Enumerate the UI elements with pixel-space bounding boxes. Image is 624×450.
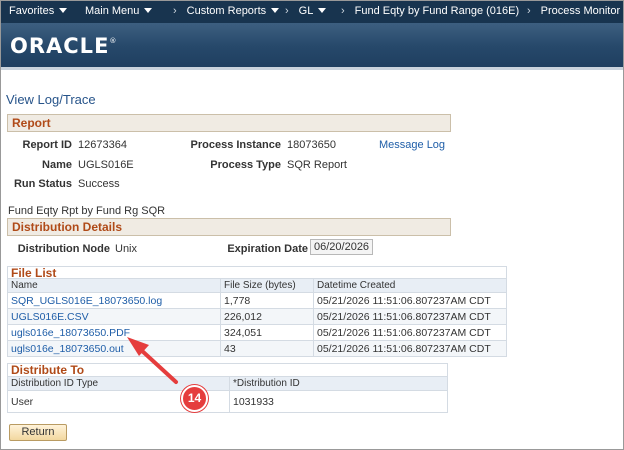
file-datetime: 05/21/2026 11:51:06.807237AM CDT — [313, 308, 507, 325]
distribution-details-header: Distribution Details — [7, 218, 451, 236]
breadcrumb-separator-icon: › — [341, 5, 345, 17]
report-section-header: Report — [7, 114, 451, 132]
file-size: 1,778 — [220, 292, 314, 309]
file-list-grid: Name File Size (bytes) Datetime Created … — [7, 278, 507, 357]
banner-divider — [1, 67, 623, 70]
run-status-label: Run Status — [13, 178, 72, 190]
oracle-logo: ORACLE® — [10, 34, 117, 58]
process-instance-label: Process Instance — [190, 139, 282, 151]
report-id-label: Report ID — [22, 139, 73, 151]
column-header-name: Name — [7, 278, 221, 293]
breadcrumb-separator-icon: › — [527, 5, 531, 17]
process-instance-value: 18073650 — [287, 139, 336, 151]
table-row: User 1031933 — [7, 390, 448, 413]
table-row: ugls016e_18073650.out 43 05/21/2026 11:5… — [7, 340, 507, 357]
table-row: SQR_UGLS016E_18073650.log 1,778 05/21/20… — [7, 292, 507, 309]
breadcrumb-label: Process Monitor — [540, 5, 621, 17]
breadcrumb-fund-eqty[interactable]: › Fund Eqty by Fund Range (016E) — [341, 5, 519, 17]
distribution-node-label: Distribution Node — [17, 243, 110, 255]
report-id-value: 12673364 — [78, 139, 127, 151]
column-header-distribution-id: *Distribution ID — [229, 376, 448, 391]
top-nav-bar: Favorites Main Menu › Custom Reports › GL … — [1, 1, 623, 23]
file-link[interactable]: SQR_UGLS016E_18073650.log — [7, 292, 221, 309]
chevron-down-icon — [144, 7, 153, 13]
name-label: Name — [42, 159, 72, 171]
breadcrumb-label: GL — [298, 5, 314, 17]
step-callout-badge: 14 — [181, 385, 208, 412]
logo-registered-mark: ® — [109, 37, 118, 45]
file-link[interactable]: UGLS016E.CSV — [7, 308, 221, 325]
file-size: 43 — [220, 340, 314, 357]
process-type-label: Process Type — [210, 159, 281, 171]
favorites-menu[interactable]: Favorites — [9, 5, 68, 17]
distribution-id: 1031933 — [229, 390, 448, 413]
logo-text: ORACLE — [10, 34, 110, 58]
column-header-file-size: File Size (bytes) — [220, 278, 314, 293]
main-menu[interactable]: Main Menu — [85, 5, 153, 17]
breadcrumb-label: Fund Eqty by Fund Range (016E) — [354, 5, 520, 17]
distribution-node-value: Unix — [115, 243, 138, 255]
distribute-to-grid: Distribution ID Type *Distribution ID Us… — [7, 376, 448, 413]
message-log-link[interactable]: Message Log — [379, 139, 445, 151]
header-banner: ORACLE® — [1, 23, 623, 67]
expiration-date-field: 06/20/2026 — [310, 239, 373, 255]
breadcrumb-custom-reports[interactable]: › Custom Reports — [173, 5, 280, 17]
favorites-label: Favorites — [9, 5, 55, 17]
name-value: UGLS016E — [78, 159, 134, 171]
main-menu-label: Main Menu — [85, 5, 140, 17]
chevron-down-icon — [318, 7, 327, 13]
chevron-down-icon — [59, 7, 68, 13]
table-row: ugls016e_18073650.PDF 324,051 05/21/2026… — [7, 324, 507, 341]
run-status-value: Success — [78, 178, 120, 190]
file-link[interactable]: ugls016e_18073650.out — [7, 340, 221, 357]
table-row: UGLS016E.CSV 226,012 05/21/2026 11:51:06… — [7, 308, 507, 325]
breadcrumb-separator-icon: › — [285, 5, 289, 17]
chevron-down-icon — [271, 7, 280, 13]
report-description: Fund Eqty Rpt by Fund Rg SQR — [8, 205, 166, 217]
file-size: 226,012 — [220, 308, 314, 325]
file-datetime: 05/21/2026 11:51:06.807237AM CDT — [313, 292, 507, 309]
file-datetime: 05/21/2026 11:51:06.807237AM CDT — [313, 340, 507, 357]
breadcrumb-separator-icon: › — [173, 5, 177, 17]
process-type-value: SQR Report — [287, 159, 347, 171]
file-link[interactable]: ugls016e_18073650.PDF — [7, 324, 221, 341]
distribute-to-header: Distribute To — [7, 363, 448, 377]
file-size: 324,051 — [220, 324, 314, 341]
breadcrumb-label: Custom Reports — [186, 5, 267, 17]
return-button[interactable]: Return — [9, 424, 67, 441]
file-datetime: 05/21/2026 11:51:06.807237AM CDT — [313, 324, 507, 341]
breadcrumb-gl[interactable]: › GL — [285, 5, 327, 17]
breadcrumb-process-monitor[interactable]: › Process Monitor — [527, 5, 620, 17]
expiration-date-label: Expiration Date — [227, 243, 308, 255]
page-title: View Log/Trace — [6, 92, 96, 107]
column-header-datetime: Datetime Created — [313, 278, 507, 293]
